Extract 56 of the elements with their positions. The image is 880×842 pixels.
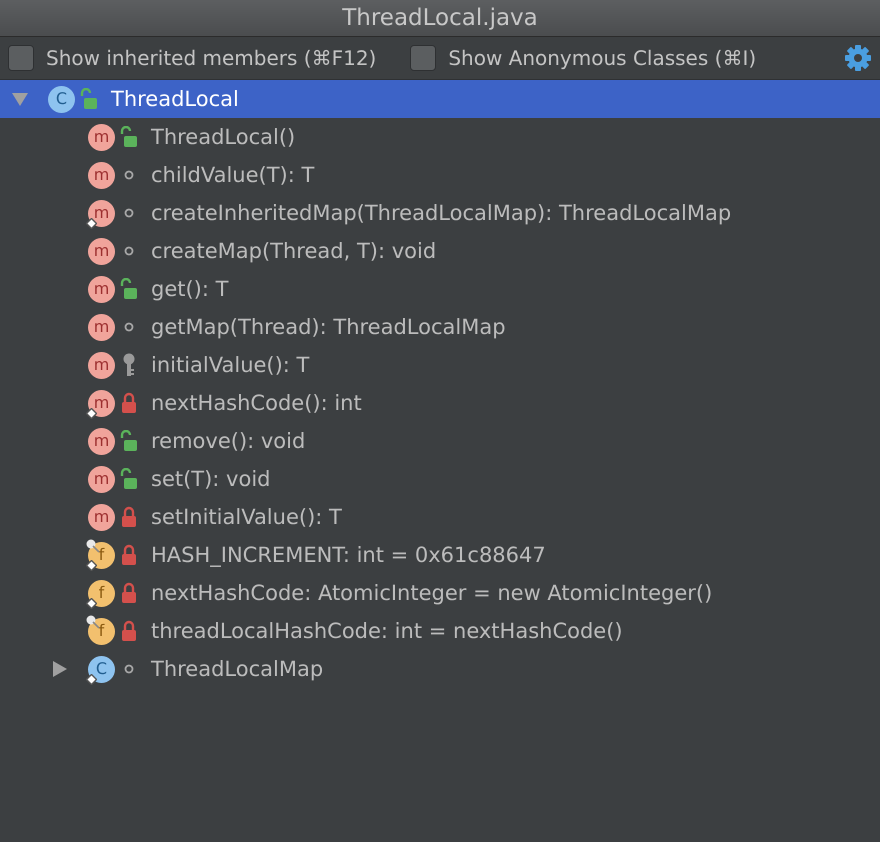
tree-item-label: HASH_INCREMENT: int = 0x61c88647 [151,543,546,567]
method-icon: m [88,466,115,492]
tree-row[interactable]: m nextHashCode(): int [0,384,880,422]
tree-row[interactable]: f HASH_INCREMENT: int = 0x61c88647 [0,536,880,574]
field-icon: f [88,618,115,644]
method-icon: m [88,352,115,378]
method-icon: m [88,238,115,264]
tree-row[interactable]: C ThreadLocal [0,80,880,118]
tree-item-label: setInitialValue(): T [151,505,342,529]
tree-item-label: childValue(T): T [151,163,314,187]
tree-item-label: ThreadLocalMap [151,657,324,681]
method-icon: m [88,390,115,416]
checkbox[interactable] [8,45,34,71]
tree-item-label: set(T): void [151,467,270,491]
method-icon: m [88,314,115,340]
tree-row[interactable]: m childValue(T): T [0,156,880,194]
settings-icon[interactable] [844,44,872,72]
checkbox[interactable] [410,45,436,71]
collapsed-arrow-icon[interactable] [52,661,68,677]
tree-item-label: initialValue(): T [151,353,310,377]
option-label[interactable]: Show Anonymous Classes (⌘I) [448,46,756,70]
method-icon: m [88,124,115,150]
window-title: ThreadLocal.java [342,5,538,31]
tree-item-label: createInheritedMap(ThreadLocalMap): ThreadLocalMap [151,201,732,225]
method-icon: m [88,276,115,302]
class-icon: C [48,86,75,112]
field-icon: f [88,580,115,606]
tree-row[interactable]: m setInitialValue(): T [0,498,880,536]
class-icon: C [88,656,115,682]
field-icon: f [88,542,115,568]
tree-row[interactable]: m get(): T [0,270,880,308]
method-icon: m [88,428,115,454]
tree-item-label: ThreadLocal [111,87,239,111]
tree-row[interactable]: m createInheritedMap(ThreadLocalMap): ThreadLocalMap [0,194,880,232]
tree-row[interactable]: m set(T): void [0,460,880,498]
tree-item-label: threadLocalHashCode: int = nextHashCode() [151,619,623,643]
tree-row[interactable]: f nextHashCode: AtomicInteger = new AtomicInteger() [0,574,880,612]
tree-item-label: ThreadLocal() [151,125,296,149]
expanded-arrow-icon[interactable] [12,91,28,107]
tree-item-label: remove(): void [151,429,306,453]
tree-item-label: get(): T [151,277,228,301]
tree-row[interactable]: m initialValue(): T [0,346,880,384]
tree-item-label: nextHashCode(): int [151,391,362,415]
method-icon: m [88,504,115,530]
tree-item-label: getMap(Thread): ThreadLocalMap [151,315,506,339]
tree-item-label: nextHashCode: AtomicInteger = new AtomicInteger() [151,581,712,605]
tree-row[interactable]: f threadLocalHashCode: int = nextHashCode() [0,612,880,650]
tree-item-label: createMap(Thread, T): void [151,239,436,263]
option-label[interactable]: Show inherited members (⌘F12) [46,46,376,70]
tree-row[interactable]: C ThreadLocalMap [0,650,880,688]
tree-row[interactable]: m getMap(Thread): ThreadLocalMap [0,308,880,346]
method-icon: m [88,200,115,226]
tree-row[interactable]: m createMap(Thread, T): void [0,232,880,270]
tree-row[interactable]: m remove(): void [0,422,880,460]
tree-row[interactable]: m ThreadLocal() [0,118,880,156]
method-icon: m [88,162,115,188]
